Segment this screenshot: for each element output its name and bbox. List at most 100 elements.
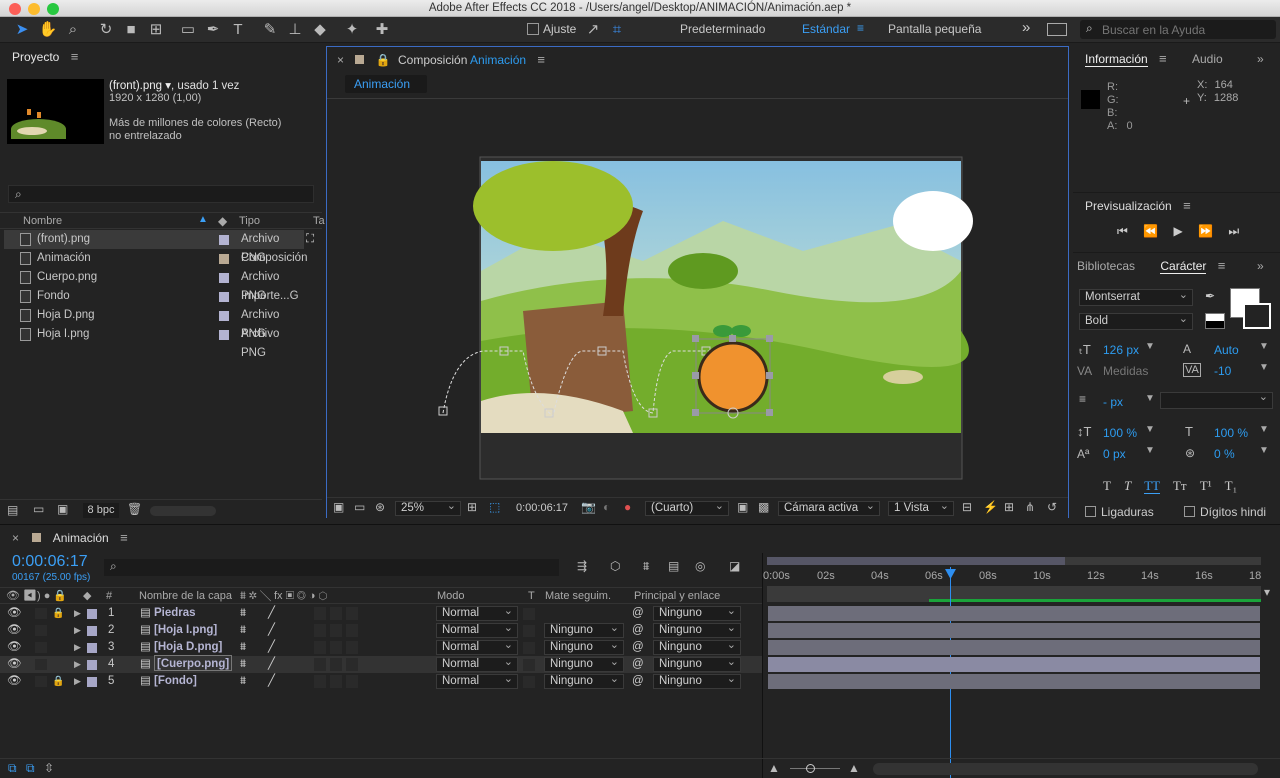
layer-duration-bar[interactable] — [768, 606, 1260, 621]
snap-edges-icon[interactable]: ⌗ — [607, 19, 627, 41]
project-search[interactable]: ⌕ — [8, 185, 314, 203]
always-preview-icon[interactable]: ▣ — [333, 500, 344, 514]
work-area-bar[interactable] — [767, 557, 1065, 565]
keyboard-icon[interactable] — [1047, 23, 1067, 36]
first-frame-icon[interactable]: ⏮ — [1117, 224, 1128, 238]
resolution-dropdown[interactable]: (Cuarto) — [645, 500, 729, 516]
panel-menu-icon[interactable]: ≡ — [1159, 46, 1167, 72]
layer-duration-bar[interactable] — [768, 623, 1260, 638]
project-item[interactable]: Cuerpo.png Archivo PNG — [4, 268, 304, 302]
timeline-timecode[interactable]: 0:00:06:17 — [12, 553, 88, 571]
font-family-dropdown[interactable]: Montserrat — [1079, 288, 1193, 306]
kerning-value[interactable]: Medidas — [1103, 364, 1148, 378]
project-search-input[interactable] — [31, 187, 301, 201]
snapshot-camera-icon[interactable]: 📷 — [581, 500, 596, 514]
tsume-dropdown-icon[interactable]: ▼ — [1259, 445, 1269, 456]
show-snapshot-icon[interactable]: ◐ — [603, 500, 610, 514]
horizontal-scale-value[interactable]: 100 % — [1214, 426, 1248, 440]
snap-checkbox[interactable] — [527, 23, 539, 35]
rotate-tool-icon[interactable]: ↻ — [96, 19, 116, 41]
stroke-width-dropdown-icon[interactable]: ▼ — [1145, 393, 1155, 404]
comp-tab-animacion[interactable]: Animación — [345, 75, 427, 93]
help-search-input[interactable] — [1102, 22, 1270, 37]
faux-italic-icon[interactable]: T — [1124, 478, 1131, 493]
new-composition-icon[interactable]: ▣ — [57, 502, 68, 516]
channels-icon[interactable]: ● — [624, 500, 631, 514]
toggle-transparency-icon[interactable]: ▩ — [758, 500, 769, 514]
minimize-window-button[interactable] — [28, 3, 40, 15]
interpret-footage-icon[interactable]: ▤ — [7, 503, 18, 517]
hindi-digits-checkbox[interactable] — [1184, 506, 1195, 517]
viewer-timecode[interactable]: 0:00:06:17 — [516, 502, 568, 514]
label-swatch[interactable] — [219, 254, 229, 264]
zoom-out-icon[interactable]: ▲ — [768, 761, 780, 775]
audio-tab[interactable]: Audio — [1192, 52, 1223, 66]
more-panels-icon[interactable]: » — [1257, 253, 1264, 279]
close-panel-icon[interactable]: × — [337, 53, 344, 67]
transfer-controls-icon[interactable]: ⧉ — [26, 761, 35, 776]
label-swatch[interactable] — [219, 235, 229, 245]
layer-switches-icon[interactable]: ⧉ — [8, 761, 17, 776]
timeline-tab[interactable]: Animación — [53, 531, 109, 545]
help-search[interactable]: ⌕ — [1080, 20, 1276, 39]
selection-tool-icon[interactable]: ➤ — [12, 19, 32, 41]
all-caps-icon[interactable]: TT — [1144, 478, 1160, 494]
thumbnail-slider[interactable] — [150, 506, 216, 516]
zoom-tool-icon[interactable]: ⌕ — [63, 19, 83, 41]
small-caps-icon[interactable]: Tт — [1173, 478, 1187, 493]
panel-menu-icon[interactable]: ≡ — [71, 44, 79, 70]
tracking-value[interactable]: -10 — [1214, 364, 1231, 378]
clone-stamp-tool-icon[interactable]: ⊥ — [285, 19, 305, 41]
shy-layers-icon[interactable]: ⩩ — [643, 559, 649, 574]
eraser-tool-icon[interactable]: ◆ — [310, 19, 330, 41]
camera-dropdown[interactable]: Cámara activa — [778, 500, 880, 516]
monitor-icon[interactable]: ▭ — [354, 500, 365, 514]
info-tab[interactable]: Información — [1085, 52, 1148, 67]
panel-menu-icon[interactable]: ≡ — [537, 47, 545, 73]
project-item[interactable]: Hoja I.png Archivo PNG — [4, 325, 304, 359]
pan-behind-tool-icon[interactable]: ⊞ — [146, 19, 166, 41]
type-tool-icon[interactable]: T — [228, 19, 248, 41]
previous-frame-icon[interactable]: ⏪ — [1143, 224, 1158, 238]
vertical-scale-dropdown-icon[interactable]: ▼ — [1145, 424, 1155, 435]
graph-editor-icon[interactable]: ◪ — [729, 559, 740, 573]
column-extra[interactable]: Ta — [313, 215, 325, 227]
tsume-value[interactable]: 0 % — [1214, 447, 1235, 461]
zoom-window-button[interactable] — [47, 3, 59, 15]
faux-bold-icon[interactable]: T — [1103, 478, 1111, 493]
horizontal-scale-dropdown-icon[interactable]: ▼ — [1259, 424, 1269, 435]
views-dropdown[interactable]: 1 Vista — [888, 500, 954, 516]
timeline-search[interactable]: ⌕ — [104, 559, 559, 576]
panel-menu-icon[interactable]: ≡ — [120, 525, 128, 551]
default-colors-icon[interactable] — [1205, 313, 1225, 329]
last-frame-icon[interactable]: ⏭ — [1228, 224, 1239, 238]
label-swatch[interactable] — [219, 311, 229, 321]
trash-icon[interactable]: 🗑 — [127, 502, 142, 516]
project-item[interactable]: Hoja D.png Archivo PNG — [4, 306, 304, 340]
fast-previews-icon[interactable]: ⚡ — [983, 500, 998, 514]
tracking-dropdown-icon[interactable]: ▼ — [1259, 362, 1269, 373]
new-folder-icon[interactable]: ▭ — [33, 502, 44, 516]
puppet-tool-icon[interactable]: ✚ — [372, 19, 392, 41]
workspace-estandar[interactable]: Estándar — [802, 22, 850, 36]
next-frame-icon[interactable]: ⏩ — [1198, 224, 1213, 238]
leading-dropdown-icon[interactable]: ▼ — [1259, 341, 1269, 352]
flowchart-icon[interactable]: ⋔ — [1025, 500, 1035, 514]
font-size-dropdown-icon[interactable]: ▼ — [1145, 341, 1155, 352]
snap-option-icon[interactable]: ↗ — [583, 19, 603, 41]
workspace-pantalla-pequena[interactable]: Pantalla pequeña — [888, 22, 981, 36]
lock-icon[interactable]: 🔒 — [376, 53, 391, 67]
motion-blur-icon[interactable]: ◎ — [695, 559, 705, 573]
timeline-scrollbar[interactable] — [873, 763, 1258, 775]
subscript-icon[interactable]: T₁ — [1225, 478, 1237, 493]
brush-tool-icon[interactable]: ✎ — [260, 19, 280, 41]
baseline-shift-value[interactable]: 0 px — [1103, 447, 1126, 461]
label-swatch[interactable] — [219, 292, 229, 302]
time-ruler[interactable]: 0:00s 02s 04s 06s 08s 10s 12s 14s 16s 18 — [763, 567, 1263, 585]
more-panels-icon[interactable]: » — [1257, 46, 1264, 72]
layer-duration-bar[interactable] — [768, 674, 1260, 689]
baseline-shift-dropdown-icon[interactable]: ▼ — [1145, 445, 1155, 456]
project-item[interactable]: Fondo Importe...G — [4, 287, 304, 306]
panel-menu-icon[interactable]: ≡ — [1183, 193, 1191, 219]
workspace-predeterminado[interactable]: Predeterminado — [680, 22, 765, 36]
